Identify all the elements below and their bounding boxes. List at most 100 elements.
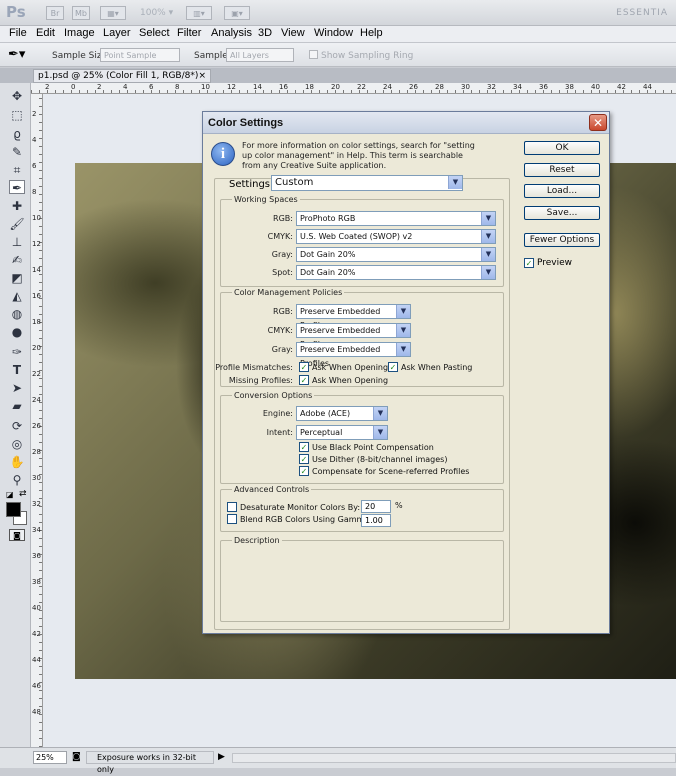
ruler-label: 14 — [32, 266, 41, 274]
settings-select[interactable]: Custom ▼ — [271, 175, 463, 191]
3d-rotate-tool-icon[interactable]: ⟳ — [9, 419, 25, 433]
missing-ask-when-opening-checkbox[interactable]: ✓ — [299, 375, 309, 385]
policy-rgb-select[interactable]: Preserve Embedded Profiles▼ — [296, 304, 411, 330]
ws-cmyk-select[interactable]: U.S. Web Coated (SWOP) v2 ▼ — [296, 229, 496, 244]
ws-spot-select[interactable]: Dot Gain 20% ▼ — [296, 265, 496, 280]
menu-bar: File Edit Image Layer Select Filter Anal… — [0, 26, 676, 43]
menu-filter[interactable]: Filter — [177, 27, 201, 39]
zoom-level-menu[interactable]: 100% ▾ — [140, 8, 173, 18]
reset-button[interactable]: Reset — [524, 163, 600, 177]
load-button[interactable]: Load... — [524, 184, 600, 198]
marquee-tool-icon[interactable]: ⬚ — [9, 108, 25, 122]
arrange-documents-icon[interactable]: ▥▾ — [186, 6, 212, 20]
status-menu-arrow-icon[interactable]: ▶ — [218, 752, 225, 762]
lasso-tool-icon[interactable]: ϱ — [9, 127, 25, 141]
quick-selection-tool-icon[interactable]: ✎ — [9, 145, 25, 159]
menu-window[interactable]: Window — [314, 27, 353, 39]
policies-title: Color Management Policies — [232, 288, 345, 297]
close-tab-icon[interactable]: × — [198, 70, 206, 82]
3d-orbit-tool-icon[interactable]: ◎ — [9, 437, 25, 451]
ok-button[interactable]: OK — [524, 141, 600, 155]
type-tool-icon[interactable]: T — [9, 363, 25, 377]
menu-analysis[interactable]: Analysis — [211, 27, 252, 39]
ws-rgb-select[interactable]: ProPhoto RGB ▼ — [296, 211, 496, 226]
tools-panel: ✥ ⬚ ϱ ✎ ⌗ ✒ ✚ 🖌 ⊥ ✍ ◩ ◭ ◍ ● ✑ T ➤ ▰ ⟳ ◎ … — [0, 83, 31, 747]
menu-image[interactable]: Image — [64, 27, 95, 39]
policy-gray-select[interactable]: Preserve Embedded Profiles ▼ — [296, 342, 411, 368]
screen-mode-icon[interactable]: ▣▾ — [224, 6, 250, 20]
close-dialog-icon[interactable]: ✕ — [589, 114, 607, 131]
profile-mismatches-label: Profile Mismatches: — [215, 363, 293, 372]
black-point-checkbox[interactable]: ✓ — [299, 442, 309, 452]
status-info-icon[interactable]: ◙ — [72, 752, 81, 762]
menu-layer[interactable]: Layer — [103, 27, 131, 39]
menu-file[interactable]: File — [9, 27, 27, 39]
menu-edit[interactable]: Edit — [36, 27, 55, 39]
crop-tool-icon[interactable]: ⌗ — [9, 163, 25, 177]
foreground-color-swatch[interactable] — [6, 502, 21, 517]
default-colors-icon[interactable]: ◪ — [6, 490, 14, 499]
paint-bucket-tool-icon[interactable]: ◭ — [9, 289, 25, 303]
dither-checkbox[interactable]: ✓ — [299, 454, 309, 464]
clone-stamp-tool-icon[interactable]: ⊥ — [9, 235, 25, 249]
blend-gamma-checkbox[interactable] — [227, 514, 237, 524]
missing-ask-when-opening-label: Ask When Opening — [312, 376, 389, 385]
hand-tool-icon[interactable]: ✋ — [9, 455, 25, 469]
fewer-options-button[interactable]: Fewer Options — [524, 233, 600, 247]
path-selection-tool-icon[interactable]: ➤ — [9, 381, 25, 395]
intent-select[interactable]: Perceptual ▼ — [296, 425, 388, 440]
mini-bridge-button[interactable]: Mb — [72, 6, 90, 20]
ws-spot-label: Spot: — [272, 268, 293, 277]
working-spaces-title: Working Spaces — [232, 195, 300, 204]
ruler-label: 18 — [305, 83, 314, 91]
document-tab-title: p1.psd @ 25% (Color Fill 1, RGB/8*) — [38, 71, 199, 81]
history-brush-tool-icon[interactable]: ✍ — [9, 253, 25, 267]
sample-select[interactable]: All Layers — [226, 48, 294, 62]
ws-rgb-value: ProPhoto RGB — [300, 214, 356, 223]
move-tool-icon[interactable]: ✥ — [9, 89, 25, 103]
engine-label: Engine: — [262, 409, 293, 418]
description-group — [220, 540, 504, 622]
workspace-switcher[interactable]: ESSENTIA — [616, 8, 668, 18]
view-extras-icon[interactable]: ▦▾ — [100, 6, 126, 20]
healing-brush-tool-icon[interactable]: ✚ — [9, 199, 25, 213]
preview-checkbox[interactable]: ✓ — [524, 258, 534, 268]
quick-mask-icon[interactable]: ◙ — [9, 529, 25, 541]
menu-help[interactable]: Help — [360, 27, 383, 39]
ask-when-opening-checkbox[interactable]: ✓ — [299, 362, 309, 372]
pen-tool-icon[interactable]: ✑ — [9, 345, 25, 359]
menu-3d[interactable]: 3D — [258, 27, 272, 39]
engine-select[interactable]: Adobe (ACE) ▼ — [296, 406, 388, 421]
policy-cmyk-select[interactable]: Preserve Embedded Profiles▼ — [296, 323, 411, 349]
save-button[interactable]: Save... — [524, 206, 600, 220]
menu-view[interactable]: View — [281, 27, 305, 39]
swap-colors-icon[interactable]: ⇄ — [19, 489, 27, 499]
sampling-ring-checkbox[interactable] — [309, 50, 318, 59]
horizontal-scrollbar[interactable] — [232, 753, 676, 763]
eyedropper-preset-icon[interactable]: ✒▾ — [8, 47, 25, 62]
zoom-tool-icon[interactable]: ⚲ — [9, 473, 25, 487]
ruler-label: 2 — [32, 110, 37, 118]
dodge-tool-icon[interactable]: ● — [9, 325, 25, 339]
eraser-tool-icon[interactable]: ◩ — [9, 271, 25, 285]
conversion-options-title: Conversion Options — [232, 391, 315, 400]
dialog-title-bar[interactable]: Color Settings ✕ — [203, 112, 609, 134]
blur-tool-icon[interactable]: ◍ — [9, 307, 25, 321]
desaturate-amount-input[interactable]: 20 — [361, 500, 391, 513]
menu-select[interactable]: Select — [139, 27, 170, 39]
desaturate-checkbox[interactable] — [227, 502, 237, 512]
eyedropper-tool-icon[interactable]: ✒ — [9, 180, 25, 195]
blend-gamma-input[interactable]: 1.00 — [361, 514, 391, 527]
scene-referred-checkbox[interactable]: ✓ — [299, 466, 309, 476]
bridge-button[interactable]: Br — [46, 6, 64, 20]
sample-size-select[interactable]: Point Sample — [100, 48, 180, 62]
ruler-label: 0 — [71, 83, 76, 91]
document-tab[interactable]: p1.psd @ 25% (Color Fill 1, RGB/8*) × — [33, 69, 211, 83]
ruler-label: 8 — [32, 188, 37, 196]
brush-tool-icon[interactable]: 🖌 — [9, 217, 25, 231]
zoom-field[interactable]: 25% — [33, 751, 67, 764]
ask-when-pasting-checkbox[interactable]: ✓ — [388, 362, 398, 372]
ws-gray-select[interactable]: Dot Gain 20% ▼ — [296, 247, 496, 262]
shape-tool-icon[interactable]: ▰ — [9, 399, 25, 413]
ws-spot-value: Dot Gain 20% — [300, 268, 356, 277]
